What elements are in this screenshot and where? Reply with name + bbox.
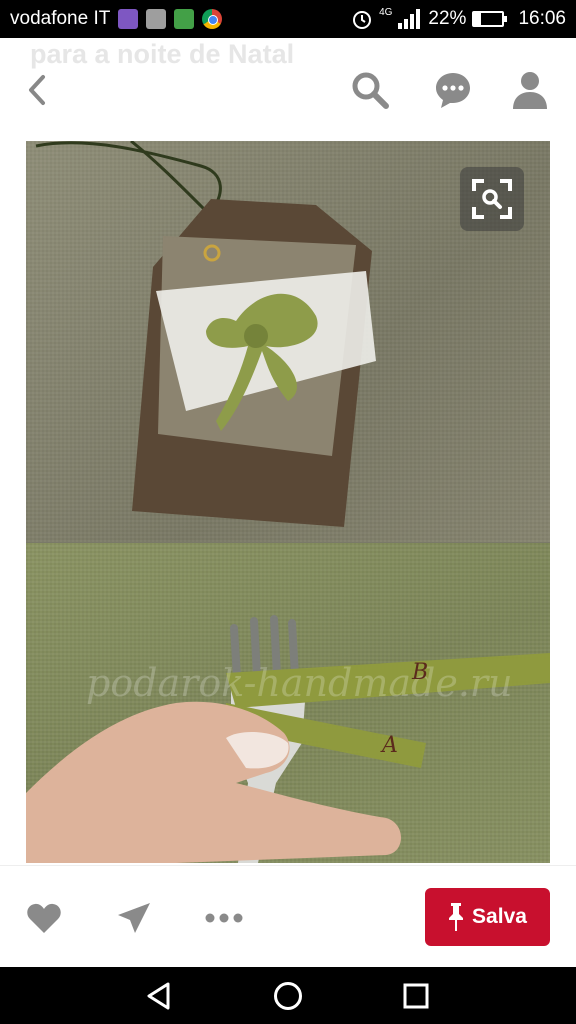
search-button[interactable] <box>348 68 392 112</box>
comments-button[interactable] <box>431 68 475 112</box>
pin-header: para a noite de Natal <box>0 38 576 138</box>
heart-icon <box>27 903 61 933</box>
recents-square-icon <box>403 983 429 1009</box>
network-type: 4G <box>379 6 393 18</box>
signal-icon <box>398 9 421 29</box>
save-label: Salva <box>472 905 527 928</box>
like-button[interactable] <box>22 896 66 940</box>
search-icon <box>352 72 389 109</box>
pin-image[interactable]: podarok-handmade.ru B A <box>26 141 550 863</box>
more-options-button[interactable] <box>202 896 246 940</box>
send-icon <box>118 903 150 933</box>
shield-icon <box>174 9 195 29</box>
viber-icon <box>118 9 139 29</box>
pin-action-bar: Salva <box>0 865 576 967</box>
home-circle-icon <box>274 982 302 1010</box>
comment-icon <box>436 73 470 108</box>
more-icon <box>205 913 243 923</box>
clock: 16:06 <box>518 8 566 29</box>
send-button[interactable] <box>112 896 156 940</box>
chrome-icon <box>202 9 223 29</box>
battery-percent: 22% <box>428 8 467 29</box>
profile-icon <box>513 72 547 109</box>
pin-icon <box>449 903 464 931</box>
alarm-icon <box>353 11 372 29</box>
fork-ribbon-photo: podarok-handmade.ru B A <box>26 543 550 863</box>
photo-watermark: podarok-handmade.ru <box>86 661 513 705</box>
status-bar: vodafone IT 4G 22% 16:06 <box>0 0 576 38</box>
ribbon-letter-a: A <box>382 733 398 758</box>
nav-back-button[interactable] <box>138 975 180 1017</box>
nav-recents-button[interactable] <box>395 975 437 1017</box>
system-nav-bar <box>0 967 576 1024</box>
back-button[interactable] <box>14 68 58 112</box>
battery-icon <box>472 11 508 27</box>
profile-button[interactable] <box>508 68 552 112</box>
gift-tag-photo <box>26 141 550 542</box>
pin-title: para a noite de Natal <box>30 39 295 69</box>
nav-home-button[interactable] <box>267 975 309 1017</box>
save-button[interactable]: Salva <box>425 888 550 946</box>
visual-search-button[interactable] <box>460 167 524 231</box>
back-icon <box>29 75 45 105</box>
back-triangle-icon <box>147 982 170 1010</box>
carrier-label: vodafone IT <box>10 8 111 29</box>
visual-search-icon <box>472 179 512 219</box>
gallery-icon <box>146 9 167 29</box>
ribbon-letter-b: B <box>412 660 429 685</box>
